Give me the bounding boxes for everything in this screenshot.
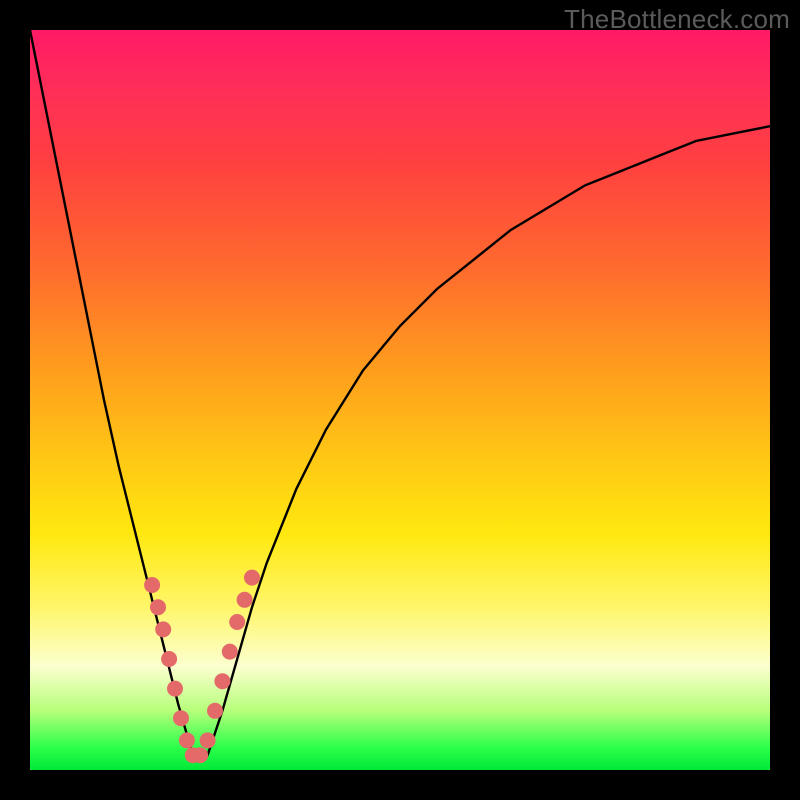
curve-marker: [167, 681, 183, 697]
curve-marker: [179, 732, 195, 748]
plot-area: [30, 30, 770, 770]
curve-marker: [214, 673, 230, 689]
curve-marker: [200, 732, 216, 748]
curve-marker: [192, 747, 208, 763]
watermark-text: TheBottleneck.com: [564, 4, 790, 35]
bottleneck-curve: [30, 30, 770, 755]
curve-marker: [173, 710, 189, 726]
curve-svg: [30, 30, 770, 770]
curve-marker: [150, 599, 166, 615]
curve-marker: [229, 614, 245, 630]
marker-group: [144, 570, 260, 764]
curve-marker: [222, 644, 238, 660]
curve-marker: [155, 621, 171, 637]
curve-marker: [144, 577, 160, 593]
curve-marker: [161, 651, 177, 667]
curve-marker: [237, 592, 253, 608]
curve-marker: [207, 703, 223, 719]
chart-frame: TheBottleneck.com: [0, 0, 800, 800]
curve-marker: [244, 570, 260, 586]
